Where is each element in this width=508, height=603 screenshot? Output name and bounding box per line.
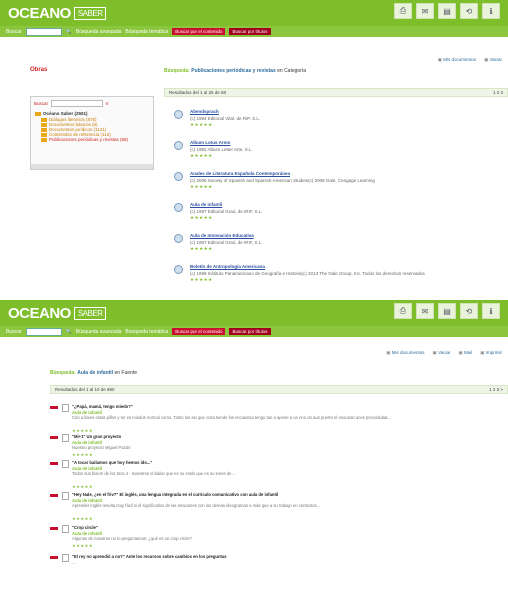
- app-header: OCEANO SABER ⎙ ✉ ▤ ⟲ ℹ: [0, 0, 508, 26]
- print-link[interactable]: Imprimir: [480, 350, 502, 356]
- advanced-search-link[interactable]: Búsqueda avanzada: [76, 329, 122, 335]
- search-go-icon[interactable]: 🔍: [66, 29, 72, 35]
- expand-icon[interactable]: [174, 203, 183, 212]
- rating-stars: ★★★★★: [72, 428, 94, 433]
- document-icon: [62, 434, 69, 442]
- result-title-link[interactable]: Album Lotus Armo: [190, 140, 230, 145]
- document-icon: [62, 525, 69, 533]
- arrow-icon[interactable]: [50, 556, 58, 559]
- sync-icon[interactable]: ⟲: [460, 303, 478, 319]
- rating-stars: ★★★★★: [72, 452, 94, 457]
- document-icon: [62, 460, 69, 468]
- rating-stars: ★★★★★: [190, 184, 213, 189]
- tree-scrollbar[interactable]: [31, 164, 153, 169]
- expand-icon[interactable]: [174, 172, 183, 181]
- toolbar-icons: ⎙ ✉ ▤ ⟲ ℹ: [394, 303, 500, 319]
- breadcrumb: Búsqueda: Publicaciones periódicas y rev…: [164, 68, 307, 74]
- search-bar: Buscar 🔍 Búsqueda avanzada Búsqueda temá…: [0, 26, 508, 37]
- clear-link[interactable]: Vaciar: [433, 350, 450, 356]
- search-label: Buscar: [6, 28, 22, 35]
- toolbar-icons: ⎙ ✉ ▤ ⟲ ℹ: [394, 3, 500, 19]
- rating-stars: ★★★★★: [190, 122, 213, 127]
- doc-actions: Mis documentos Vaciar Mail Imprimir: [386, 350, 502, 356]
- info-icon[interactable]: ℹ: [482, 303, 500, 319]
- result-title-link[interactable]: Abendsprach: [190, 109, 219, 114]
- arrow-icon[interactable]: [50, 494, 58, 497]
- tree-item[interactable]: Publicaciones periódicas y revistas (68): [31, 137, 153, 142]
- rating-stars: ★★★★★: [72, 543, 94, 548]
- tree-go-button[interactable]: Ir: [106, 101, 109, 106]
- result-title-link[interactable]: "Crop circle": [72, 525, 98, 530]
- search-input[interactable]: [25, 27, 62, 36]
- mail-icon[interactable]: ✉: [416, 3, 434, 19]
- result-title-link[interactable]: Aula de Innovación Educativa: [190, 233, 254, 238]
- rating-stars: ★★★★★: [190, 246, 213, 251]
- arrow-icon[interactable]: [50, 406, 58, 409]
- expand-icon[interactable]: [174, 141, 183, 150]
- results-bar: Resultados del 1 al 25 de 68 1 2 3: [164, 88, 508, 97]
- result-title-link[interactable]: Aula de infantil: [190, 202, 222, 207]
- my-documents-link[interactable]: Mis documentos: [386, 350, 425, 356]
- thematic-search-link[interactable]: Búsqueda temática: [125, 329, 168, 335]
- rating-stars: ★★★★★: [72, 516, 94, 521]
- left-title: Obras: [30, 67, 48, 73]
- document-icon: [62, 492, 69, 500]
- clear-link[interactable]: Vaciar: [484, 57, 502, 63]
- search-go-icon[interactable]: 🔍: [66, 329, 72, 335]
- folder-icon: [35, 112, 41, 116]
- search-input[interactable]: [25, 327, 62, 336]
- rating-stars: ★★★★★: [72, 484, 94, 489]
- breadcrumb: Búsqueda: Aula de infantil en Fuente: [50, 370, 137, 376]
- rating-stars: ★★★★★: [190, 277, 213, 282]
- rating-stars: ★★★★★: [190, 215, 213, 220]
- search-bar: Buscar 🔍 Búsqueda avanzada Búsqueda temá…: [0, 326, 508, 337]
- panel-fuente: OCEANO SABER ⎙ ✉ ▤ ⟲ ℹ Buscar 🔍 Búsqueda …: [0, 300, 508, 603]
- expand-icon[interactable]: [174, 265, 183, 274]
- pager[interactable]: 1 2 3: [493, 89, 503, 96]
- arrow-icon[interactable]: [50, 436, 58, 439]
- folder-icon: [41, 138, 47, 142]
- result-title-link[interactable]: "A tocar bailamos que hoy hemos ido...": [72, 460, 152, 465]
- result-title-link[interactable]: Anales de Literatura Española Contemporá…: [190, 171, 290, 176]
- arrow-icon[interactable]: [50, 527, 58, 530]
- result-title-link[interactable]: Boletín de Antropología Americana: [190, 264, 265, 269]
- info-icon[interactable]: ℹ: [482, 3, 500, 19]
- search-scope-select[interactable]: Buscar por el contenido: [172, 328, 226, 335]
- arrow-icon[interactable]: [50, 462, 58, 465]
- category-tree: Buscar Ir Océano Saber (2501) Diálogos l…: [30, 96, 154, 170]
- rating-stars: ★★★★★: [190, 153, 213, 158]
- print-icon[interactable]: ⎙: [394, 3, 412, 19]
- search-title-select[interactable]: Buscar por títulos: [229, 28, 271, 35]
- document-icon: [62, 404, 69, 412]
- sync-icon[interactable]: ⟲: [460, 3, 478, 19]
- brand-logo[interactable]: OCEANO SABER: [8, 305, 107, 322]
- app-header: OCEANO SABER ⎙ ✉ ▤ ⟲ ℹ: [0, 300, 508, 326]
- save-icon[interactable]: ▤: [438, 3, 456, 19]
- results-bar: Resultados del 1 al 10 de 890 1 2 3 >: [50, 385, 508, 394]
- doc-actions: Mis documentos Vaciar: [438, 57, 502, 63]
- tree-root[interactable]: Océano Saber (2501): [31, 110, 153, 117]
- my-documents-link[interactable]: Mis documentos: [438, 57, 476, 63]
- result-title-link[interactable]: "Hey Nale, ¿en el friv?" El inglés, una …: [72, 492, 278, 497]
- pager[interactable]: 1 2 3 >: [489, 386, 503, 393]
- search-label: Buscar: [6, 328, 22, 335]
- result-title-link[interactable]: "Mi+1" Un gran proyecto: [72, 434, 121, 439]
- panel-categoria: OCEANO SABER ⎙ ✉ ▤ ⟲ ℹ Buscar 🔍 Búsqueda …: [0, 0, 508, 300]
- result-title-link[interactable]: "El rey no aprendió a no?" Ante los recu…: [72, 554, 227, 559]
- search-title-select[interactable]: Buscar por títulos: [229, 328, 271, 335]
- mail-icon[interactable]: ✉: [416, 303, 434, 319]
- brand-logo[interactable]: OCEANO SABER: [8, 5, 107, 22]
- search-scope-select[interactable]: Buscar por el contenido: [172, 28, 226, 35]
- document-icon: [62, 554, 69, 562]
- tree-search-input[interactable]: [51, 100, 104, 107]
- save-icon[interactable]: ▤: [438, 303, 456, 319]
- mail-link[interactable]: Mail: [458, 350, 472, 356]
- expand-icon[interactable]: [174, 234, 183, 243]
- result-title-link[interactable]: "¿Papá, mamá, tengo miedo?": [72, 404, 133, 409]
- thematic-search-link[interactable]: Búsqueda temática: [125, 29, 168, 35]
- print-icon[interactable]: ⎙: [394, 303, 412, 319]
- advanced-search-link[interactable]: Búsqueda avanzada: [76, 29, 122, 35]
- expand-icon[interactable]: [174, 110, 183, 119]
